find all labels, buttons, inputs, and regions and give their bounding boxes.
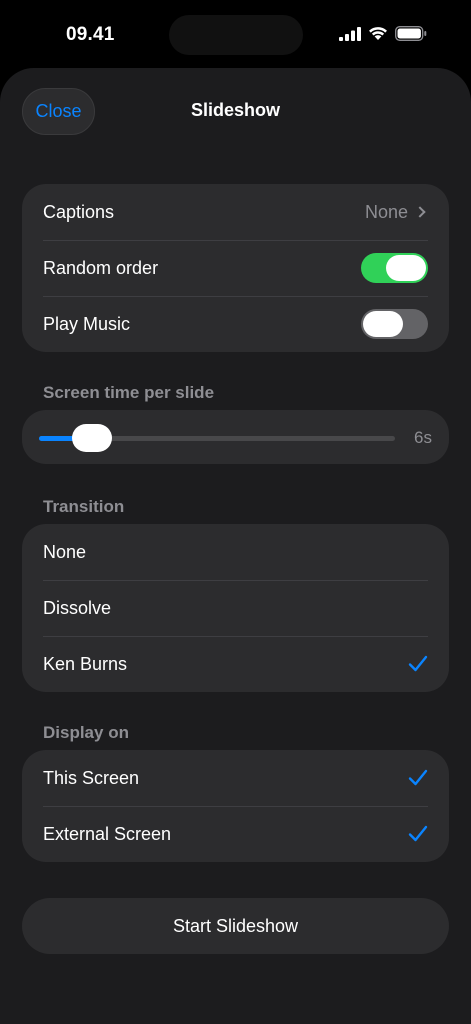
play-music-label: Play Music [43,313,131,334]
chevron-right-icon [414,206,426,218]
screen-time-group: 6s [22,410,449,464]
captions-value: None [364,201,408,222]
screen-time-slider-thumb[interactable] [72,424,113,452]
checkmark-icon [408,655,428,672]
play-music-row: Play Music [22,296,449,352]
start-slideshow-button[interactable]: Start Slideshow [22,898,449,954]
display-option[interactable]: This Screen [22,750,449,806]
random-order-toggle[interactable] [361,253,428,283]
display-option-label: This Screen [43,767,140,788]
display-option[interactable]: External Screen [22,806,449,862]
transition-label: Transition [43,497,125,516]
captions-row[interactable]: Captions None [22,184,449,240]
transition-option[interactable]: None [22,524,449,580]
transition-option[interactable]: Ken Burns [22,636,449,692]
transition-option-label: Ken Burns [43,653,128,674]
captions-label: Captions [43,201,115,222]
battery-icon [395,26,427,41]
wifi-icon [369,27,387,40]
play-music-toggle[interactable] [361,309,428,339]
display-on-label: Display on [43,723,129,742]
options-group: Captions None Random order Play Music [22,184,449,352]
toggle-knob [386,255,426,281]
transition-option[interactable]: Dissolve [22,580,449,636]
screen-time-value: 6s [414,428,432,447]
status-time: 09.41 [66,24,115,45]
transition-option-label: None [43,541,87,562]
status-icons [339,26,427,41]
transition-group: None Dissolve Ken Burns [22,524,449,692]
random-order-row: Random order [22,240,449,296]
screen-time-label: Screen time per slide [43,383,215,402]
checkmark-icon [408,769,428,786]
random-order-label: Random order [43,257,159,278]
display-option-label: External Screen [43,823,172,844]
status-bar: 09.41 [0,0,471,68]
checkmark-icon [408,825,428,842]
display-on-group: This Screen External Screen [22,750,449,862]
dynamic-island [169,15,303,55]
transition-option-label: Dissolve [43,597,112,618]
toggle-knob [363,311,403,337]
sheet-title: Slideshow [190,100,280,120]
signal-icon [339,26,361,41]
